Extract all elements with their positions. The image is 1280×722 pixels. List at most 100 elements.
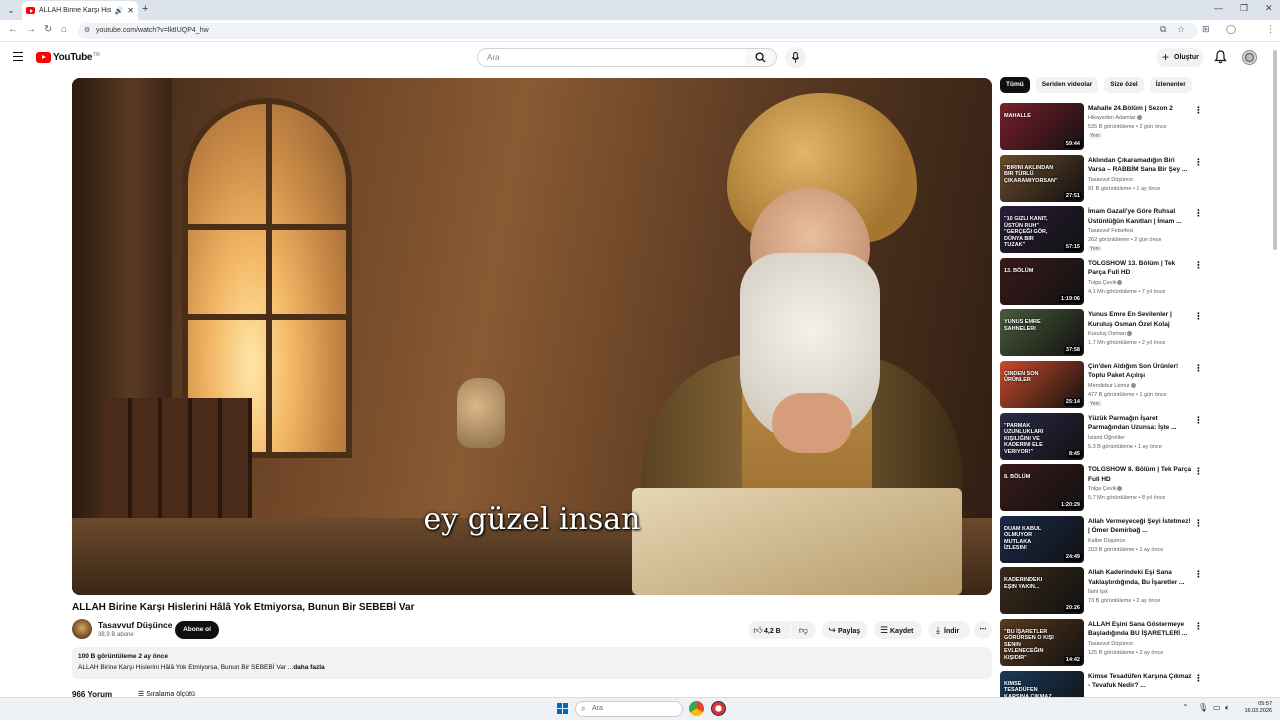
recommendation-item[interactable]: 8. Bölüm 1:20:29 TOLGSHOW 8. Bölüm | Tek…: [1000, 464, 1204, 516]
video-thumbnail[interactable]: "Parmak Uzunlukları Kişiliğini ve Kaderi…: [1000, 412, 1084, 460]
video-thumbnail[interactable]: Yunus Emre Sahneleri 37:58: [1000, 309, 1084, 357]
tray-chevron-icon[interactable]: ⌃: [1182, 703, 1189, 712]
recommendation-item[interactable]: Kaderindeki Eşin Yakın... 20:26 Allah Ka…: [1000, 567, 1204, 619]
extensions-icon[interactable]: ⊞: [1202, 24, 1210, 35]
search-input[interactable]: Ara: [477, 48, 746, 67]
site-info-icon[interactable]: ⚙: [84, 23, 90, 39]
minimize-icon[interactable]: —: [1214, 3, 1223, 13]
video-thumbnail[interactable]: "Bu İşaretler Görürsen O Kişi Senin Evle…: [1000, 618, 1084, 666]
recommendation-channel[interactable]: Mendebur Lemur: [1088, 383, 1136, 389]
save-button[interactable]: ☰ Kaydet: [874, 621, 922, 639]
more-options-icon[interactable]: ⋮: [1194, 311, 1203, 322]
video-thumbnail[interactable]: "Birini Aklından Bir Türlü Çıkaramıyorsa…: [1000, 154, 1084, 202]
search-button[interactable]: [745, 48, 777, 67]
chip-all[interactable]: Tümü: [1000, 77, 1030, 93]
chip-for-you[interactable]: Size özel: [1104, 77, 1144, 93]
create-button[interactable]: + Oluştur: [1156, 48, 1204, 67]
app-taskbar-icon[interactable]: [711, 701, 726, 716]
browser-tab[interactable]: ALLAH Birine Karşı Hislerin 🔊 ✕: [22, 1, 138, 20]
youtube-logo[interactable]: YouTube TR: [36, 52, 100, 63]
notifications-bell-icon[interactable]: [1214, 50, 1227, 64]
more-options-icon[interactable]: ⋮: [1194, 260, 1203, 271]
recommendation-item[interactable]: "10 Gizli Kanıt, Üstün Ruh" "Gerçeği Gör…: [1000, 206, 1204, 258]
more-options-icon[interactable]: ⋮: [1194, 466, 1203, 477]
recommendation-title[interactable]: Mahalle 24.Bölüm | Sezon 2: [1088, 104, 1192, 114]
video-thumbnail[interactable]: 13. Bölüm 1:19:06: [1000, 257, 1084, 305]
close-tab-icon[interactable]: ✕: [127, 6, 134, 15]
more-options-icon[interactable]: ⋮: [1194, 157, 1203, 168]
recommendation-channel[interactable]: Hikayeden Adamlar: [1088, 115, 1142, 121]
recommendation-item[interactable]: Duam Kabul Olmuyor Mutlaka İzlesin! 24:4…: [1000, 515, 1204, 568]
recommendation-title[interactable]: Allah Vermeyeceği Şeyi İstetmez! | Ömer …: [1088, 517, 1192, 536]
recommendation-title[interactable]: Çin'den Aldığım Son Ürünler! Toplu Paket…: [1088, 362, 1192, 381]
more-options-icon[interactable]: ⋮: [1194, 415, 1203, 426]
tab-search-icon[interactable]: ⌄: [4, 3, 18, 17]
more-options-icon[interactable]: ⋮: [1194, 621, 1203, 632]
recommendation-item[interactable]: "Birini Aklından Bir Türlü Çıkaramıyorsa…: [1000, 154, 1204, 207]
new-tab-button[interactable]: +: [142, 3, 148, 15]
video-thumbnail[interactable]: Kaderindeki Eşin Yakın... 20:26: [1000, 567, 1084, 615]
recommendation-channel[interactable]: Tolga Çevik: [1088, 486, 1123, 492]
account-avatar[interactable]: [1242, 50, 1257, 65]
recommendation-item[interactable]: 13. Bölüm 1:19:06 TOLGSHOW 13. Bölüm | T…: [1000, 257, 1204, 310]
more-options-icon[interactable]: ⋮: [1194, 208, 1203, 219]
recommendation-item[interactable]: Yunus Emre Sahneleri 37:58 Yunus Emre En…: [1000, 309, 1204, 361]
chip-watched[interactable]: İzlenenler: [1149, 77, 1192, 93]
show-more-link[interactable]: daha fazla: [293, 664, 324, 671]
reload-icon[interactable]: ↻: [44, 24, 52, 35]
volume-icon[interactable]: 🔈︎: [1225, 703, 1230, 713]
subscribe-button[interactable]: Abone ol: [175, 621, 219, 639]
channel-avatar[interactable]: [72, 619, 92, 639]
recommendation-title[interactable]: Allah Kaderindeki Eşi Sana Yaklaştırdığı…: [1088, 568, 1192, 587]
channel-name[interactable]: Tasavvuf Düşünce: [98, 620, 172, 630]
back-icon[interactable]: ←: [8, 24, 18, 35]
close-window-icon[interactable]: ✕: [1265, 3, 1273, 14]
recommendation-channel[interactable]: Tasavvuf Düşünce: [1088, 177, 1133, 183]
download-button[interactable]: ⤓ İndir: [928, 621, 970, 639]
more-options-icon[interactable]: ⋮: [1194, 363, 1203, 374]
microphone-tray-icon[interactable]: 🎙︎: [1198, 703, 1208, 712]
windows-start-icon[interactable]: [557, 703, 568, 714]
recommendation-channel[interactable]: Kalbe Düşünce: [1088, 538, 1125, 544]
more-options-icon[interactable]: ⋮: [1194, 673, 1203, 684]
address-bar[interactable]: ⚙ youtube.com/watch?v=lktIUQP4_hw: [78, 23, 1198, 39]
bookmark-star-icon[interactable]: ☆: [1177, 24, 1185, 35]
taskbar-clock[interactable]: 05:57 16.03.2026: [1240, 701, 1272, 715]
recommendation-item[interactable]: Çinden Son Ürünler 25:14 Çin'den Aldığım…: [1000, 360, 1204, 413]
taskbar-search[interactable]: ⌕ Ara: [575, 701, 683, 717]
voice-search-button[interactable]: [785, 47, 806, 68]
video-thumbnail[interactable]: 8. Bölüm 1:20:29: [1000, 464, 1084, 512]
network-icon[interactable]: ▭: [1213, 703, 1221, 712]
recommendation-channel[interactable]: İlahi Işık: [1088, 589, 1108, 595]
browser-menu-icon[interactable]: ⋮: [1266, 24, 1275, 35]
more-actions-button[interactable]: ⋯: [974, 621, 992, 639]
recommendation-channel[interactable]: Tasavvuf Felsefesi: [1088, 228, 1133, 234]
recommendation-channel[interactable]: Tolga Çevik: [1088, 280, 1123, 286]
page-scrollbar[interactable]: [1272, 46, 1278, 696]
recommendation-title[interactable]: TOLGSHOW 13. Bölüm | Tek Parça Full HD: [1088, 259, 1192, 278]
dislike-button[interactable]: 👎︎: [791, 621, 816, 639]
recommendation-channel[interactable]: Kuruluş Osman: [1088, 331, 1132, 337]
speaker-icon[interactable]: 🔊: [115, 7, 124, 15]
recommendation-title[interactable]: İmam Gazali'ye Göre Ruhsal Üstünlüğün Ka…: [1088, 207, 1192, 226]
install-app-icon[interactable]: ⧉: [1160, 24, 1166, 35]
recommendation-title[interactable]: Yüzük Parmağın İşaret Parmağından Uzunsa…: [1088, 414, 1192, 433]
profile-icon[interactable]: ◯: [1226, 24, 1236, 35]
recommendation-title[interactable]: Kimse Tesadüfen Karşına Çıkmaz - Tevafuk…: [1088, 672, 1192, 691]
recommendation-item[interactable]: "Bu İşaretler Görürsen O Kişi Senin Evle…: [1000, 618, 1204, 671]
recommendation-item[interactable]: Mahalle 59:44 Mahalle 24.Bölüm | Sezon 2…: [1000, 103, 1204, 155]
chip-from-series[interactable]: Seriden videolar: [1035, 77, 1099, 93]
recommendation-title[interactable]: TOLGSHOW 8. Bölüm | Tek Parça Full HD: [1088, 465, 1192, 484]
video-thumbnail[interactable]: Çinden Son Ürünler 25:14: [1000, 360, 1084, 408]
recommendation-title[interactable]: Yunus Emre En Sevilenler | Kuruluş Osman…: [1088, 310, 1192, 329]
forward-icon[interactable]: →: [26, 24, 36, 35]
recommendation-title[interactable]: Aklından Çıkaramadığın Biri Varsa – RABB…: [1088, 156, 1192, 175]
video-thumbnail[interactable]: "10 Gizli Kanıt, Üstün Ruh" "Gerçeği Gör…: [1000, 206, 1084, 254]
video-thumbnail[interactable]: Duam Kabul Olmuyor Mutlaka İzlesin! 24:4…: [1000, 515, 1084, 563]
maximize-icon[interactable]: ❐: [1240, 3, 1248, 14]
more-options-icon[interactable]: ⋮: [1194, 569, 1203, 580]
description-box[interactable]: 100 B görüntüleme 2 ay önce ALLAH Birine…: [72, 647, 992, 679]
recommendation-item[interactable]: "Parmak Uzunlukları Kişiliğini ve Kaderi…: [1000, 412, 1204, 465]
video-player[interactable]: ey güzel insan: [72, 78, 992, 595]
video-thumbnail[interactable]: Mahalle 59:44: [1000, 103, 1084, 150]
